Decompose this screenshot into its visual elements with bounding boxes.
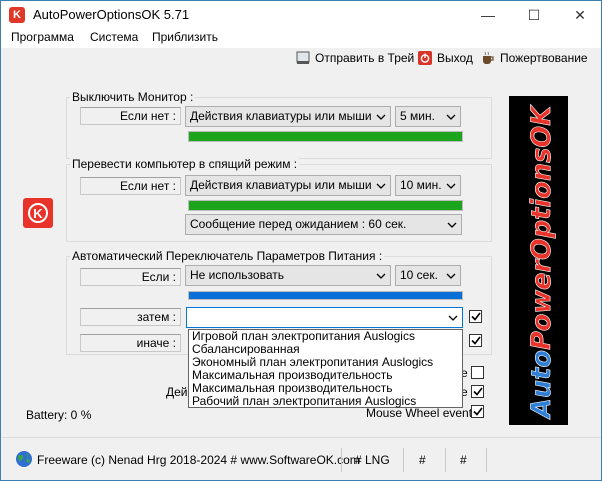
mouse-wheel-checkbox[interactable] xyxy=(471,405,484,418)
sleep-time-value: 10 мин. xyxy=(400,178,442,192)
svg-text:AutoPowerOptionsOK: AutoPowerOptionsOK xyxy=(526,104,557,420)
checkmark-icon xyxy=(472,387,483,396)
status-separator xyxy=(445,448,446,472)
monitor-group-title: Выключить Монитор : xyxy=(70,90,196,104)
monitor-progress-bar xyxy=(188,131,463,142)
donate-label: Пожертвование xyxy=(500,51,588,65)
monitor-time-combo[interactable]: 5 мин. xyxy=(395,106,461,127)
logo-glyph: K xyxy=(28,203,48,223)
option-row2-checkbox[interactable] xyxy=(471,385,484,398)
dropdown-option[interactable]: Экономный план электропитания Auslogics xyxy=(189,356,462,369)
switch-then-combo[interactable] xyxy=(186,307,463,328)
chevron-down-icon xyxy=(445,176,457,195)
language-button[interactable]: # LNG xyxy=(355,453,390,467)
status-separator xyxy=(403,448,404,472)
switch-time-value: 10 сек. xyxy=(400,268,438,282)
switch-progress-fill xyxy=(189,292,462,299)
dropdown-option[interactable]: Сбалансированная xyxy=(189,343,462,356)
sleep-time-combo[interactable]: 10 мин. xyxy=(395,175,461,196)
app-icon: K xyxy=(9,7,25,23)
menu-program[interactable]: Программа xyxy=(11,30,74,44)
chevron-down-icon xyxy=(375,266,387,285)
status-hash-1[interactable]: # xyxy=(419,453,426,467)
switch-group-title: Автоматический Переключатель Параметров … xyxy=(70,249,385,263)
donate-button[interactable]: Пожертвование xyxy=(481,50,588,66)
sleep-action-value: Действия клавиатуры или мыши xyxy=(190,178,372,192)
menu-bar: Программа Система Приблизить xyxy=(0,28,602,48)
else-checkbox[interactable] xyxy=(469,334,482,347)
monitor-progress-fill xyxy=(189,132,462,141)
freeware-text[interactable]: Freeware (c) Nenad Hrg 2018-2024 # www.S… xyxy=(37,453,360,467)
sleep-message-combo[interactable]: Сообщение перед ожиданием : 60 сек. xyxy=(185,214,462,235)
tray-label: Отправить в Трей xyxy=(315,51,415,65)
tray-icon xyxy=(296,51,310,65)
dropdown-option[interactable]: Рабочий план электропитания Auslogics xyxy=(189,395,462,408)
exit-button[interactable]: Выход xyxy=(418,50,473,66)
title-bar: K AutoPowerOptionsOK 5.71 — ☐ ✕ xyxy=(0,0,602,28)
brand-banner-text: AutoPowerOptionsOK xyxy=(526,104,558,420)
sleep-progress-bar xyxy=(188,200,463,211)
switch-if-value: Не использовать xyxy=(190,268,284,282)
sleep-message-value: Сообщение перед ожиданием : 60 сек. xyxy=(190,217,407,231)
monitor-action-combo[interactable]: Действия клавиатуры или мыши xyxy=(185,106,391,127)
battery-status: Battery: 0 % xyxy=(26,408,92,422)
maximize-button[interactable]: ☐ xyxy=(511,1,557,29)
status-separator xyxy=(341,448,342,472)
chevron-down-icon xyxy=(447,308,459,327)
power-icon xyxy=(418,51,432,65)
chevron-down-icon xyxy=(446,215,458,234)
sleep-condition-label: Если нет : xyxy=(80,177,181,195)
power-plan-dropdown-list: Игровой план электропитания Auslogics Сб… xyxy=(188,329,463,408)
chevron-down-icon xyxy=(375,107,387,126)
exit-label: Выход xyxy=(437,51,473,65)
mouse-wheel-label: Mouse Wheel events xyxy=(366,406,479,420)
switch-progress-bar xyxy=(188,291,463,300)
status-separator xyxy=(486,448,487,472)
option-row1-checkbox[interactable] xyxy=(471,366,484,379)
switch-else-label: иначе : xyxy=(80,334,181,352)
checkmark-icon xyxy=(472,407,483,416)
switch-then-label: затем : xyxy=(80,308,181,326)
chevron-down-icon xyxy=(375,176,387,195)
sleep-group-title: Перевести компьютер в спящий режим : xyxy=(70,157,300,171)
option-partial-label: Дей xyxy=(166,385,188,399)
status-hash-2[interactable]: # xyxy=(460,453,467,467)
chevron-down-icon xyxy=(445,266,457,285)
dropdown-option[interactable]: Максимальная производительность xyxy=(189,382,462,395)
checkmark-icon xyxy=(470,336,481,345)
window-title: AutoPowerOptionsOK 5.71 xyxy=(33,7,190,22)
sleep-action-combo[interactable]: Действия клавиатуры или мыши xyxy=(185,175,391,196)
switch-if-label: Если : xyxy=(80,268,181,286)
send-to-tray-button[interactable]: Отправить в Трей xyxy=(296,50,414,66)
checkmark-icon xyxy=(470,312,481,321)
globe-icon xyxy=(15,450,33,468)
monitor-action-value: Действия клавиатуры или мыши xyxy=(190,109,372,123)
switch-time-combo[interactable]: 10 сек. xyxy=(395,265,461,286)
chevron-down-icon xyxy=(445,107,457,126)
switch-if-combo[interactable]: Не использовать xyxy=(185,265,391,286)
status-bar: Freeware (c) Nenad Hrg 2018-2024 # www.S… xyxy=(1,437,601,479)
sleep-progress-fill xyxy=(189,201,462,210)
close-button[interactable]: ✕ xyxy=(557,1,602,29)
app-logo: K xyxy=(23,198,53,228)
minimize-button[interactable]: — xyxy=(465,1,511,29)
coffee-cup-icon xyxy=(481,51,495,65)
monitor-condition-label: Если нет : xyxy=(80,107,181,125)
brand-banner: AutoPowerOptionsOK xyxy=(509,96,568,425)
dropdown-option[interactable]: Игровой план электропитания Auslogics xyxy=(189,330,462,343)
monitor-time-value: 5 мин. xyxy=(400,109,435,123)
menu-system[interactable]: Система xyxy=(90,30,138,44)
then-checkbox[interactable] xyxy=(469,310,482,323)
menu-zoom[interactable]: Приблизить xyxy=(152,30,218,44)
dropdown-option[interactable]: Максимальная производительность xyxy=(189,369,462,382)
